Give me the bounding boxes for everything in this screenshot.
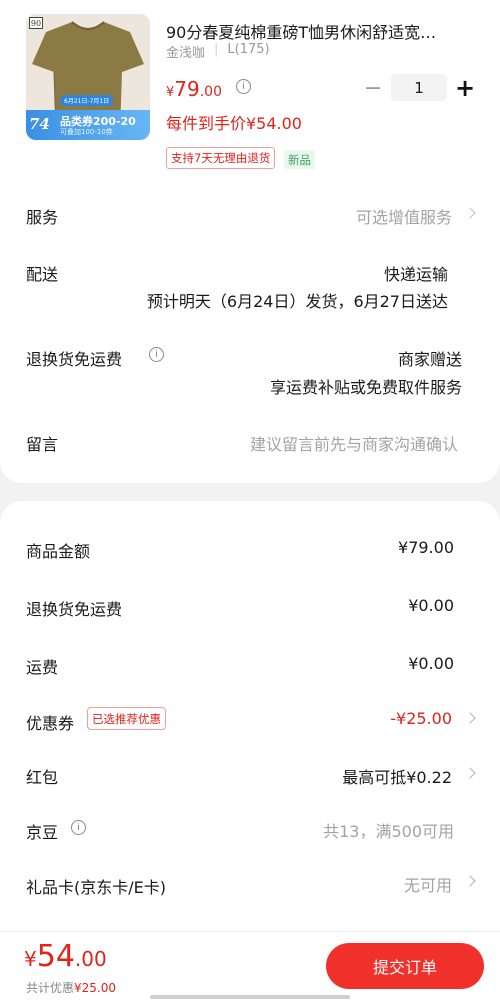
promo-sub-text: 可叠加100-10券 [60,128,113,136]
service-label: 服务 [26,208,59,227]
delivery-label: 配送 [26,265,59,284]
jd-bean-value: 共13，满500可用 [323,822,454,841]
shipping-fee-label: 运费 [26,658,59,677]
gift-card-value[interactable]: 无可用 [404,872,452,896]
promo-date-badge: 6月21日-7月1日 [60,95,114,106]
unit-price: ¥ 79 .00 [166,77,222,101]
promo-banner: 74 品类券200-20 可叠加100-10券 [26,110,150,140]
home-indicator[interactable] [150,995,350,999]
total-discount-value: ¥25.00 [74,981,117,995]
price-symbol: ¥ [166,85,175,100]
price-integer: 79 [174,77,200,101]
coupon-value[interactable]: -¥25.00 [390,709,452,728]
return-free-label: 退换货免运费 [26,600,123,619]
product-thumbnail[interactable]: 90 6月21日-7月1日 74 品类券200-20 可叠加100-10券 [26,14,150,140]
order-item-card: 90 6月21日-7月1日 74 品类券200-20 可叠加100-10券 90… [0,0,500,483]
recommended-coupon-tag: 已选推荐优惠 [87,707,166,730]
total-integer: 54 [36,939,75,974]
message-input[interactable]: 建议留言前先与商家沟通确认 [250,431,458,455]
goods-amount-label: 商品金额 [26,542,91,561]
coupon-label: 优惠券 [26,714,75,733]
return-shipping-info-icon[interactable]: i [149,347,164,362]
return-policy-tag: 支持7天无理由退货 [166,147,276,169]
spec-divider: | [214,42,219,57]
quantity-increase-button[interactable]: + [452,74,478,102]
product-title[interactable]: 90分春夏纯棉重磅T恤男休闲舒适宽… [166,19,478,43]
red-packet-label: 红包 [26,768,59,787]
total-price: ¥ 54 .00 [24,939,107,974]
promo-price: 74 [29,115,50,133]
quantity-input[interactable]: 1 [391,74,447,101]
service-value[interactable]: 可选增值服务 [356,204,452,228]
total-discount: 共计优惠¥25.00 [26,979,116,996]
return-shipping-value: 商家赠送 [397,350,462,369]
product-color: 金浅咖 [166,46,206,61]
final-unit-price: 每件到手价¥54.00 [166,114,302,133]
total-discount-label: 共计优惠 [26,981,75,995]
service-chevron-icon[interactable] [464,207,476,219]
return-shipping-note: 享运费补贴或免费取件服务 [269,378,462,397]
price-info-icon[interactable]: i [236,79,251,94]
shipping-fee-value: ¥0.00 [408,654,454,673]
delivery-method[interactable]: 快递运输 [384,261,448,285]
jd-bean-info-icon[interactable]: i [71,820,86,835]
product-spec[interactable]: 金浅咖 | L(175) [166,42,270,61]
gift-card-label: 礼品卡(京东卡/E卡) [26,878,166,897]
delivery-schedule[interactable]: 预计明天（6月24日）发货，6月27日送达 [147,288,448,312]
new-product-tag: 新品 [284,150,315,169]
quantity-decrease-button[interactable]: − [361,76,385,101]
jd-bean-label: 京豆 [26,823,59,842]
goods-amount-value: ¥79.00 [398,538,454,557]
price-decimal: .00 [199,84,222,100]
brand-logo: 90 [29,17,43,29]
message-label: 留言 [26,435,59,454]
return-free-value: ¥0.00 [408,596,454,615]
total-symbol: ¥ [24,947,37,971]
red-packet-value[interactable]: 最高可抵¥0.22 [342,764,452,788]
return-shipping-label: 退换货免运费 [26,350,123,369]
submit-order-button[interactable]: 提交订单 [326,943,484,989]
total-decimal: .00 [74,947,107,971]
product-size: L(175) [227,42,270,57]
